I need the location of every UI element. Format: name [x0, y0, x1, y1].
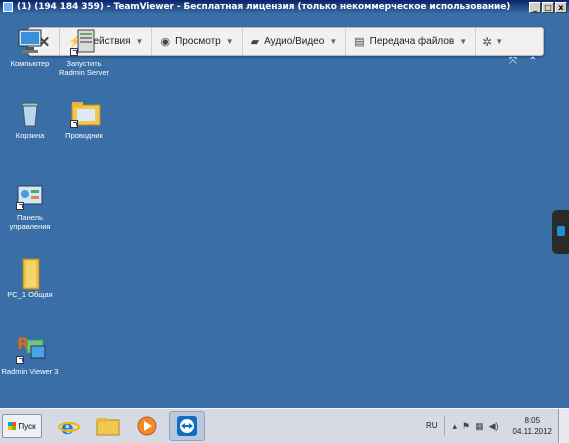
svg-text:e: e [61, 415, 74, 437]
desktop-icon-label: PC_1 Общая [7, 290, 53, 299]
gear-icon: ✲ [482, 34, 493, 49]
clock[interactable]: 8:05 04.11.2012 [507, 415, 558, 437]
shortcut-arrow-icon [16, 202, 24, 210]
shortcut-arrow-icon [70, 120, 78, 128]
view-label: Просмотр [175, 36, 221, 47]
chat-icon: ▰ [250, 36, 260, 48]
taskbar-internet-explorer[interactable]: e [52, 412, 86, 440]
volume-icon[interactable]: ◀) [489, 421, 499, 432]
desktop-icon-recycle-bin[interactable]: Корзина [0, 98, 60, 140]
desktop-icon-radmin-viewer[interactable]: R Radmin Viewer 3 [0, 334, 60, 376]
chevron-down-icon: ▼ [135, 37, 144, 46]
explorer-folder-icon [69, 98, 101, 128]
minimize-button[interactable]: _ [529, 1, 541, 13]
window-title: (1) (194 184 359) - TeamViewer - Бесплат… [17, 2, 511, 12]
settings-menu[interactable]: ✲ ▼ [476, 35, 509, 49]
radmin-viewer-icon: R [15, 334, 46, 364]
desktop-icon-control-panel[interactable]: Панель управления [0, 180, 60, 231]
language-indicator[interactable]: RU [420, 416, 445, 436]
chevron-down-icon: ▼ [459, 37, 468, 46]
show-hidden-icons-icon[interactable]: ▴ [453, 421, 458, 432]
taskbar-file-explorer[interactable] [91, 412, 125, 440]
view-menu[interactable]: ◉ Просмотр ▼ [152, 28, 243, 55]
desktop-icon-shared-folder[interactable]: PC_1 Общая [0, 257, 60, 299]
recycle-bin-icon [15, 98, 45, 128]
chevron-down-icon: ▼ [329, 37, 338, 46]
desktop-icon-label: Панель управления [9, 213, 51, 231]
shared-folder-icon [15, 257, 45, 290]
taskbar-teamviewer[interactable] [169, 411, 205, 441]
audio-video-menu[interactable]: ▰ Аудио/Видео ▼ [243, 28, 347, 55]
teamviewer-app-icon [3, 2, 13, 12]
file-transfer-menu[interactable]: ▤ Передача файлов ▼ [346, 28, 477, 55]
desktop-icon-computer[interactable]: Компьютер [0, 26, 60, 68]
clock-time: 8:05 [524, 416, 541, 425]
control-panel-icon [15, 180, 45, 210]
desktop-icon-label: Компьютер [10, 59, 50, 68]
remote-desktop: ✕ ⚡ Действия ▼ ◉ Просмотр ▼ ▰ Аудио/Виде… [0, 14, 569, 408]
radmin-server-icon [69, 26, 99, 56]
network-icon[interactable]: ▦ [475, 421, 484, 432]
clock-date: 04.11.2012 [512, 427, 552, 436]
start-label: Пуск [18, 421, 36, 431]
teamviewer-side-panel-tab[interactable] [552, 210, 569, 254]
internet-explorer-icon: e [58, 415, 80, 437]
toolbar-mini-controls: ⤧ ⌃ [505, 56, 541, 68]
desktop-icon-radmin-server[interactable]: Запустить Radmin Server [54, 26, 114, 77]
desktop-icon-explorer[interactable]: Проводник [54, 98, 114, 140]
file-transfer-label: Передача файлов [369, 36, 455, 47]
window-title-bar: (1) (194 184 359) - TeamViewer - Бесплат… [0, 0, 569, 14]
maximize-button[interactable]: □ [542, 1, 554, 13]
file-explorer-icon [96, 418, 120, 436]
computer-icon [15, 26, 45, 56]
desktop-icon-label: Проводник [65, 131, 103, 140]
desktop-icon-label: Корзина [15, 131, 45, 140]
shortcut-arrow-icon [70, 48, 78, 56]
shortcut-arrow-icon [16, 356, 24, 364]
media-player-icon [137, 416, 157, 436]
eye-icon: ◉ [160, 36, 171, 48]
desktop-icon-label: Radmin Viewer 3 [1, 367, 59, 376]
system-tray: RU ▴ ⚑ ▦ ◀) 8:05 04.11.2012 [420, 409, 569, 443]
taskbar-media-player[interactable] [130, 412, 164, 440]
teamviewer-icon [177, 416, 197, 436]
audio-video-label: Аудио/Видео [264, 36, 325, 47]
show-desktop-button[interactable] [558, 409, 569, 443]
fullscreen-icon[interactable]: ⤧ [509, 56, 517, 68]
start-button[interactable]: Пуск [2, 414, 42, 438]
chevron-down-icon: ▼ [495, 37, 504, 46]
windows-flag-icon [8, 422, 17, 430]
desktop-icon-label: Запустить Radmin Server [58, 59, 110, 77]
close-window-button[interactable]: x [555, 1, 567, 13]
chevron-down-icon: ▼ [225, 37, 234, 46]
collapse-toolbar-icon[interactable]: ⌃ [529, 56, 537, 68]
flag-notification-icon[interactable]: ⚑ [462, 421, 470, 432]
file-transfer-icon: ▤ [354, 36, 365, 48]
taskbar: Пуск e RU ▴ ⚑ ▦ ◀) 8:05 04.11.2012 [0, 408, 569, 443]
